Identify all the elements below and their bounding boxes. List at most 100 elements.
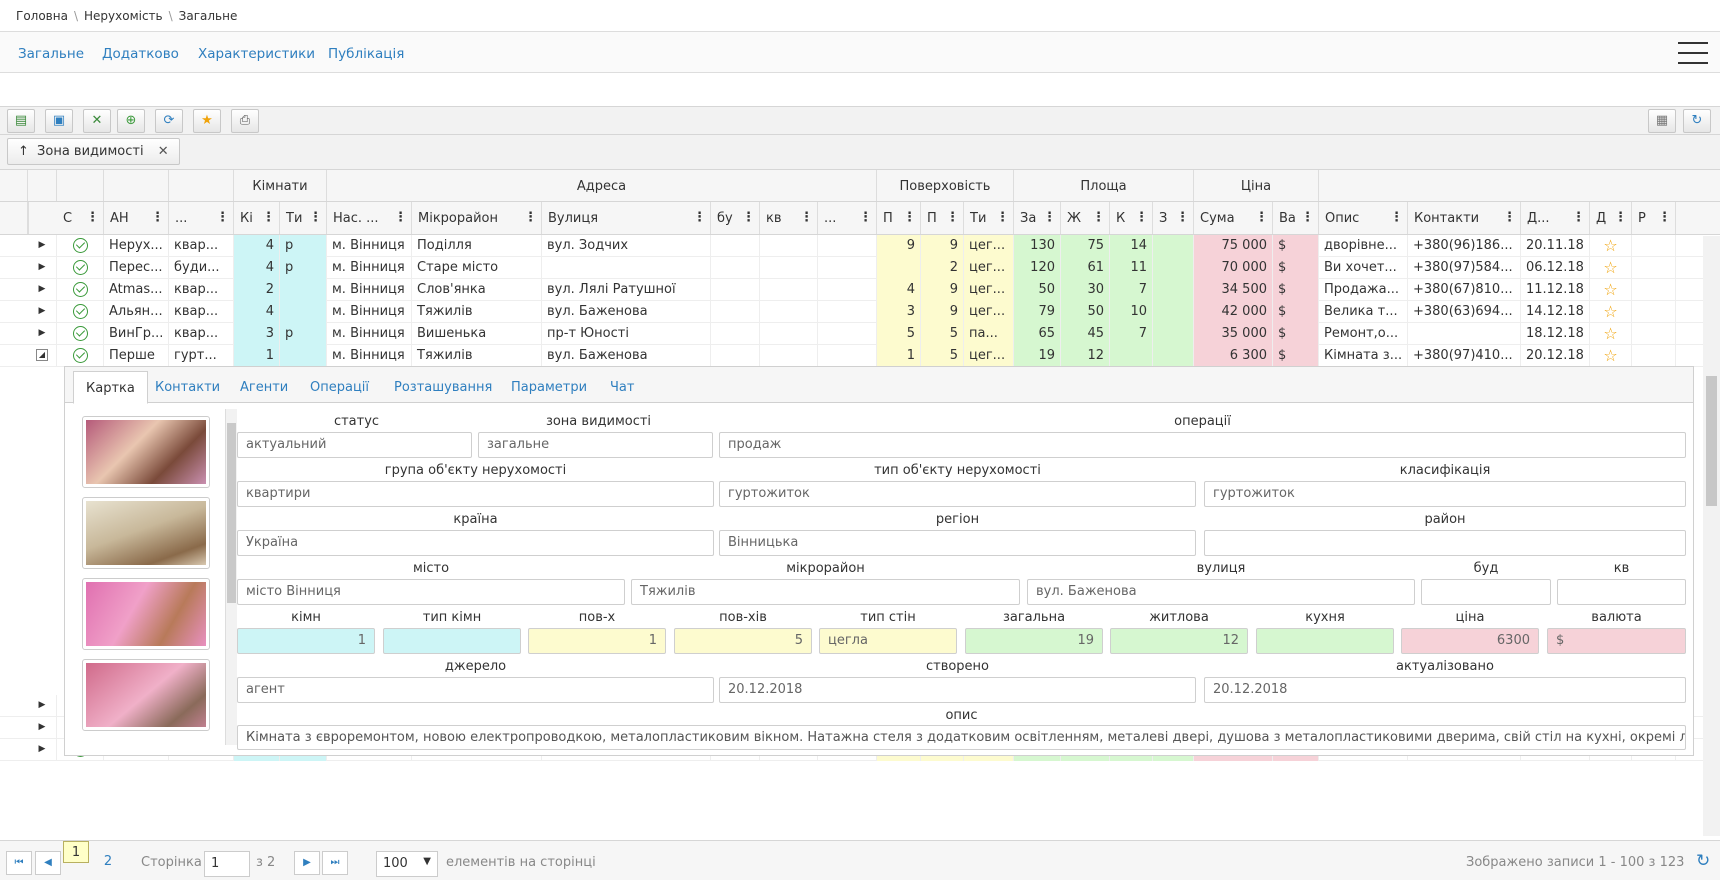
reload-icon[interactable]: ↻ [1696, 851, 1710, 871]
column-header-settlement[interactable]: Нас. ... ⋮ [327, 202, 412, 234]
zone-field[interactable]: загальне [478, 432, 713, 458]
source-field[interactable]: агент [237, 677, 714, 703]
district-field[interactable]: Тяжилів [631, 579, 1020, 605]
column-header-description[interactable]: Опис ⋮ [1319, 202, 1408, 234]
column-header-currency[interactable]: Ва ⋮ [1273, 202, 1319, 234]
column-menu-icon[interactable]: ⋮ [693, 210, 706, 225]
photo-thumbnail[interactable] [82, 578, 210, 650]
expand-arrow-icon[interactable]: ▶ [39, 306, 46, 316]
price-field[interactable]: 6300 [1401, 628, 1539, 654]
cell-fav[interactable]: ☆ [1590, 235, 1632, 257]
column-header-floor[interactable]: П ⋮ [877, 202, 921, 234]
reload-icon[interactable]: ↻ [1683, 109, 1711, 133]
detail-tab-card[interactable]: Картка [73, 371, 148, 404]
row-expander[interactable]: ▶ [28, 257, 57, 279]
object-type-field[interactable]: гуртожиток [719, 481, 1196, 507]
column-header-fav[interactable]: Д ⋮ [1590, 202, 1632, 234]
column-menu-icon[interactable]: ⋮ [1390, 210, 1403, 225]
photo-thumbnail[interactable] [82, 497, 210, 569]
detail-tab-location[interactable]: Розташування [394, 380, 492, 395]
bud-field[interactable] [1421, 579, 1551, 605]
collapse-icon[interactable]: ◢ [36, 349, 48, 361]
column-header-extra[interactable]: ... ⋮ [818, 202, 877, 234]
expand-arrow-icon[interactable]: ▶ [39, 262, 46, 272]
column-menu-icon[interactable]: ⋮ [1092, 210, 1105, 225]
star-outline-icon[interactable]: ☆ [1603, 236, 1617, 255]
column-header-contacts[interactable]: Контакти ⋮ [1408, 202, 1521, 234]
star-outline-icon[interactable]: ☆ [1603, 302, 1617, 321]
row-expander[interactable]: ▶ [28, 695, 57, 717]
tab-general[interactable]: Загальне [18, 46, 84, 62]
column-header-sum[interactable]: Сума ⋮ [1194, 202, 1273, 234]
column-menu-icon[interactable]: ⋮ [309, 210, 322, 225]
region-field[interactable]: Вінницька [719, 530, 1196, 556]
column-menu-icon[interactable]: ⋮ [1503, 210, 1516, 225]
column-header-living[interactable]: Ж ⋮ [1061, 202, 1110, 234]
close-icon[interactable]: ✕ [158, 144, 169, 159]
hamburger-menu-icon[interactable] [1678, 42, 1708, 64]
status-field[interactable]: актуальний [237, 432, 472, 458]
column-menu-icon[interactable]: ⋮ [1176, 210, 1189, 225]
table-row[interactable]: ◢ Перше гурт... 1 м. Вінниця Тяжилів вул. Баже… [0, 345, 1720, 367]
column-menu-icon[interactable]: ⋮ [86, 210, 99, 225]
table-row[interactable]: ▶ Альян... квар... 4 м. Вінниця Тяжилів вул. Б… [0, 301, 1720, 323]
country-field[interactable]: Україна [237, 530, 714, 556]
group-chip[interactable]: ↑ Зона видимості ✕ [7, 138, 180, 165]
column-header-rooms_type[interactable]: Ти ⋮ [280, 202, 327, 234]
column-header-status[interactable]: С ⋮ [57, 202, 104, 234]
column-menu-icon[interactable]: ⋮ [800, 210, 813, 225]
detail-tab-parameters[interactable]: Параметри [511, 380, 587, 395]
add-circle-icon[interactable]: ⊕ [117, 109, 145, 133]
column-menu-icon[interactable]: ⋮ [151, 210, 164, 225]
operations-field[interactable]: продаж [719, 432, 1686, 458]
cell-fav[interactable]: ☆ [1590, 301, 1632, 323]
group-field[interactable]: квартири [237, 481, 714, 507]
column-menu-icon[interactable]: ⋮ [1043, 210, 1056, 225]
cell-fav[interactable]: ☆ [1590, 279, 1632, 301]
expand-arrow-icon[interactable]: ▶ [39, 744, 46, 754]
created-field[interactable]: 20.12.2018 [719, 677, 1196, 703]
column-header-z[interactable]: З ⋮ [1153, 202, 1194, 234]
table-row[interactable]: ▶ Нерух... квар... 4 р м. Вінниця Поділля вул. … [0, 235, 1720, 257]
column-header-r[interactable]: Р ⋮ [1632, 202, 1676, 234]
column-menu-icon[interactable]: ⋮ [859, 210, 872, 225]
column-header-walls[interactable]: Ти ⋮ [964, 202, 1014, 234]
page-size-select[interactable]: 100 ▼ [376, 851, 438, 877]
row-expander[interactable]: ▶ [28, 235, 57, 257]
edit-record-icon[interactable]: ▣ [45, 109, 73, 133]
walls-field[interactable]: цегла [819, 628, 957, 654]
currency-field[interactable]: $ [1547, 628, 1686, 654]
table-row[interactable]: ▶ Перес... буди... 4 р м. Вінниця Старе місто 2… [0, 257, 1720, 279]
page-1-button[interactable]: 1 [63, 841, 89, 863]
next-page-icon[interactable]: ▶ [294, 851, 320, 875]
floors-field[interactable]: 5 [674, 628, 812, 654]
detail-tab-operations[interactable]: Операції [310, 380, 369, 395]
column-header-kv[interactable]: кв ⋮ [760, 202, 818, 234]
last-page-icon[interactable]: ⏭ [322, 851, 348, 875]
city-field[interactable]: місто Вінниця [237, 579, 625, 605]
kitchen-area-field[interactable] [1256, 628, 1394, 654]
expand-arrow-icon[interactable]: ▶ [39, 284, 46, 294]
breadcrumb-realty[interactable]: Нерухомість [84, 9, 163, 23]
detail-tab-agents[interactable]: Агенти [240, 380, 288, 395]
column-header-kitchen[interactable]: К ⋮ [1110, 202, 1153, 234]
sort-arrow-icon[interactable]: ↑ [18, 144, 29, 159]
updated-field[interactable]: 20.12.2018 [1204, 677, 1686, 703]
column-menu-icon[interactable]: ⋮ [946, 210, 959, 225]
column-header-district[interactable]: Мікрорайон ⋮ [412, 202, 542, 234]
column-menu-icon[interactable]: ⋮ [524, 210, 537, 225]
column-header-total[interactable]: За ⋮ [1014, 202, 1061, 234]
row-expander[interactable]: ▶ [28, 739, 57, 761]
star-outline-icon[interactable]: ☆ [1603, 346, 1617, 365]
column-menu-icon[interactable]: ⋮ [1658, 210, 1671, 225]
column-header-type[interactable]: ... ⋮ [169, 202, 234, 234]
photos-scrollbar[interactable] [225, 409, 237, 745]
column-menu-icon[interactable]: ⋮ [1301, 210, 1314, 225]
table-row[interactable]: ▶ ВинГр... квар... 3 р м. Вінниця Вишенька пр-т… [0, 323, 1720, 345]
classification-field[interactable]: гуртожиток [1204, 481, 1686, 507]
rooms-type-field[interactable] [383, 628, 521, 654]
cell-fav[interactable]: ☆ [1590, 345, 1632, 367]
photo-thumbnail[interactable] [82, 416, 210, 488]
cell-fav[interactable]: ☆ [1590, 323, 1632, 345]
favorite-star-icon[interactable]: ★ [193, 109, 221, 133]
